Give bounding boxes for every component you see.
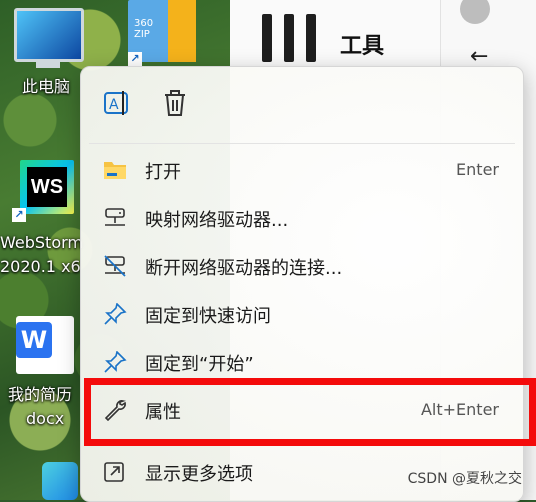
desktop-label-resume-ext[interactable]: docx [26, 408, 64, 429]
menu-item-open[interactable]: 打开 Enter [85, 145, 517, 193]
app-icon[interactable] [42, 462, 78, 500]
menu-item-label: 固定到“开始” [145, 354, 254, 375]
menu-item-disconnect-network-drive[interactable]: 断开网络驱动器的连接... [85, 241, 517, 289]
menu-item-map-network-drive[interactable]: 映射网络驱动器... [85, 193, 517, 241]
shortcut-arrow-icon: ↗ [12, 208, 26, 222]
menu-item-label: 显示更多选项 [145, 464, 253, 485]
rename-icon[interactable]: A [99, 85, 135, 121]
wps-logo: W [16, 322, 52, 358]
desktop-label-resume[interactable]: 我的简历 [8, 384, 72, 405]
menu-item-label: 打开 [145, 162, 181, 183]
menu-item-shortcut: Enter [456, 160, 499, 179]
tools-icon [306, 14, 316, 62]
menu-divider [89, 143, 515, 144]
tools-icon [262, 14, 272, 62]
svg-text:A: A [109, 97, 119, 113]
desktop-label-webstorm-version[interactable]: 2020.1 x6 [0, 256, 81, 277]
pin-icon [103, 350, 127, 373]
folder-icon [103, 159, 127, 181]
tools-title: 工具 [340, 34, 385, 59]
menu-item-label: 固定到快速访问 [145, 306, 271, 327]
this-pc-icon[interactable] [14, 8, 84, 62]
menu-item-label: 断开网络驱动器的连接... [145, 258, 343, 279]
network-drive-icon [103, 207, 127, 229]
desktop-label-this-pc[interactable]: 此电脑 [22, 76, 70, 97]
tools-icon [284, 14, 294, 62]
zip-label: 360 ZIP [134, 18, 154, 40]
shortcut-arrow-icon: ↗ [128, 52, 142, 66]
trash-icon[interactable] [157, 85, 193, 121]
context-menu-actions: A [81, 67, 523, 137]
highlight-box [84, 378, 536, 446]
more-options-icon [103, 461, 127, 483]
monitor-stand [36, 60, 60, 68]
pin-icon [103, 302, 127, 325]
menu-item-pin-quick-access[interactable]: 固定到快速访问 [85, 289, 517, 337]
zip-band [168, 0, 196, 62]
webstorm-logo-text: WS [27, 167, 67, 207]
disconnect-drive-icon [103, 255, 127, 277]
watermark: CSDN @夏秋之交 [407, 471, 522, 487]
menu-item-label: 映射网络驱动器... [145, 210, 289, 231]
desktop-label-webstorm[interactable]: WebStorm [0, 232, 83, 253]
